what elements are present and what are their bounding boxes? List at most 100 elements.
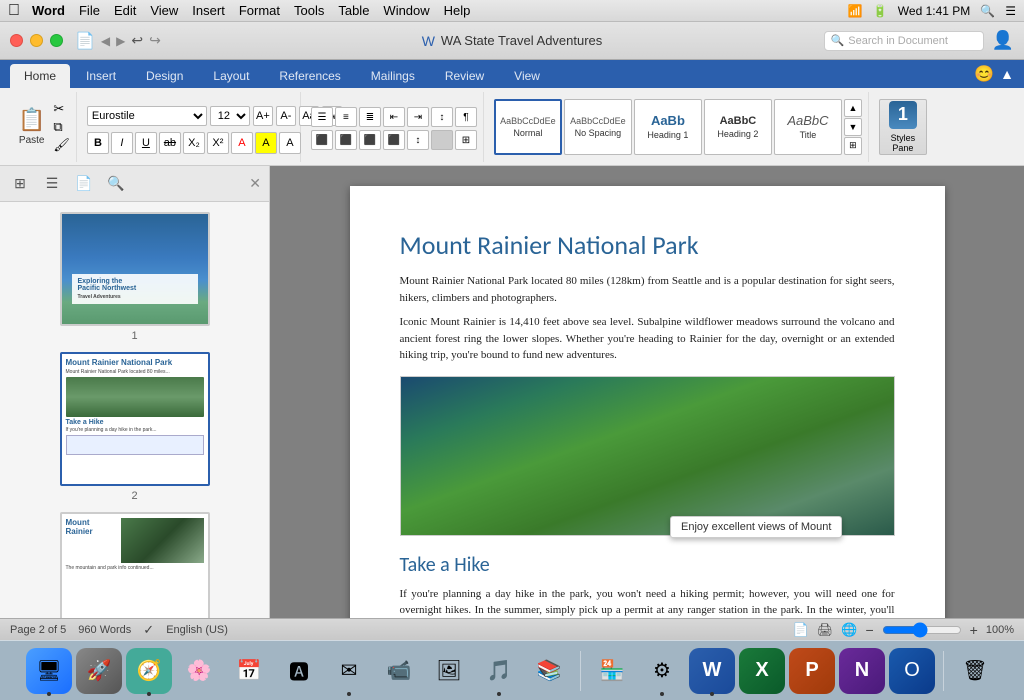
- align-left[interactable]: ⬛: [311, 130, 333, 150]
- style-heading1[interactable]: AaBb Heading 1: [634, 99, 702, 155]
- dock-photos[interactable]: 🌸: [176, 648, 222, 694]
- dock-calendar[interactable]: 📅: [226, 648, 272, 694]
- user-avatar[interactable]: 👤: [992, 30, 1014, 51]
- dock-onenote[interactable]: N: [839, 648, 885, 694]
- align-center[interactable]: ⬛: [335, 130, 357, 150]
- apple-menu[interactable]: : [8, 2, 20, 20]
- maximize-button[interactable]: [50, 34, 63, 47]
- sort[interactable]: ↕: [431, 107, 453, 127]
- styles-more[interactable]: ⊞: [844, 137, 862, 155]
- show-marks[interactable]: ¶: [455, 107, 477, 127]
- page-2-thumbnail[interactable]: Mount Rainier National Park Mount Rainie…: [10, 352, 259, 502]
- format-painter-icon[interactable]: 🖌: [53, 137, 70, 153]
- emoji-icon[interactable]: 😊: [974, 64, 994, 84]
- spellcheck-icon[interactable]: ✓: [143, 622, 154, 638]
- paste-button[interactable]: 📋 Paste: [14, 105, 49, 148]
- dock-word[interactable]: W: [689, 648, 735, 694]
- shading[interactable]: [431, 130, 453, 150]
- thumb-1-image[interactable]: Exploring the Pacific Northwest Travel A…: [60, 212, 210, 326]
- web-layout-icon[interactable]: 🌐: [841, 622, 857, 638]
- dock-finder[interactable]: 🖥: [26, 648, 72, 694]
- document-area[interactable]: Mount Rainier National Park Mount Rainie…: [270, 166, 1024, 618]
- borders[interactable]: ⊞: [455, 130, 477, 150]
- font-size-select[interactable]: 12: [210, 106, 250, 126]
- thumb-2-image[interactable]: Mount Rainier National Park Mount Rainie…: [60, 352, 210, 486]
- text-effect-button[interactable]: A: [279, 132, 301, 154]
- menu-view[interactable]: View: [150, 3, 178, 18]
- style-title[interactable]: AaBbC Title: [774, 99, 842, 155]
- thumb-3-image[interactable]: Mount Rainier The mountain and park info…: [60, 512, 210, 618]
- dock-powerpoint[interactable]: P: [789, 648, 835, 694]
- zoom-in-icon[interactable]: +: [970, 622, 978, 638]
- highlight-button[interactable]: A: [255, 132, 277, 154]
- strikethrough-button[interactable]: ab: [159, 132, 181, 154]
- page-1-thumbnail[interactable]: Exploring the Pacific Northwest Travel A…: [10, 212, 259, 342]
- font-size-increase[interactable]: A+: [253, 106, 273, 126]
- justify[interactable]: ⬛: [383, 130, 405, 150]
- menu-edit[interactable]: Edit: [114, 3, 136, 18]
- zoom-slider[interactable]: [882, 622, 962, 638]
- dock-trash[interactable]: 🗑: [952, 648, 998, 694]
- notification-icon[interactable]: ☰: [1005, 4, 1016, 18]
- search-icon[interactable]: 🔍: [980, 4, 995, 18]
- focus-mode-icon[interactable]: 📄: [793, 622, 809, 638]
- subscript-button[interactable]: X₂: [183, 132, 205, 154]
- font-size-decrease[interactable]: A-: [276, 106, 296, 126]
- search-box[interactable]: 🔍 Search in Document: [824, 31, 984, 51]
- styles-pane-button[interactable]: 1 StylesPane: [879, 99, 927, 155]
- style-no-spacing[interactable]: AaBbCcDdEe No Spacing: [564, 99, 632, 155]
- menu-format[interactable]: Format: [239, 3, 280, 18]
- bold-button[interactable]: B: [87, 132, 109, 154]
- undo-icon[interactable]: ↩: [131, 32, 143, 49]
- styles-scroll-up[interactable]: ▲: [844, 99, 862, 117]
- font-family-select[interactable]: Eurostile: [87, 106, 207, 126]
- menu-tools[interactable]: Tools: [294, 3, 324, 18]
- dock-system-prefs[interactable]: ⚙: [639, 648, 685, 694]
- copy-icon[interactable]: ⧉: [53, 119, 70, 135]
- sidebar-page-view-icon[interactable]: ⊞: [8, 172, 32, 196]
- font-color-button[interactable]: A: [231, 132, 253, 154]
- sidebar-outline-icon[interactable]: 📄: [72, 172, 96, 196]
- numbered-list[interactable]: ≡: [335, 107, 357, 127]
- collapse-ribbon-icon[interactable]: ▲: [1000, 66, 1014, 82]
- dock-itunes[interactable]: 🎵: [476, 648, 522, 694]
- menu-file[interactable]: File: [79, 3, 100, 18]
- styles-scroll-down[interactable]: ▼: [844, 118, 862, 136]
- sidebar-search-icon[interactable]: 🔍: [104, 172, 128, 196]
- decrease-indent[interactable]: ⇤: [383, 107, 405, 127]
- align-right[interactable]: ⬛: [359, 130, 381, 150]
- dock-safari[interactable]: 🧭: [126, 648, 172, 694]
- tab-review[interactable]: Review: [431, 64, 498, 88]
- increase-indent[interactable]: ⇥: [407, 107, 429, 127]
- minimize-button[interactable]: [30, 34, 43, 47]
- menu-table[interactable]: Table: [338, 3, 369, 18]
- dock-appstore2[interactable]: 🏪: [589, 648, 635, 694]
- tab-references[interactable]: References: [265, 64, 354, 88]
- redo-icon[interactable]: ↪: [149, 32, 161, 49]
- tab-layout[interactable]: Layout: [199, 64, 263, 88]
- menu-help[interactable]: Help: [444, 3, 471, 18]
- dock-ibooks[interactable]: 📚: [526, 648, 572, 694]
- tab-home[interactable]: Home: [10, 64, 70, 88]
- style-heading2[interactable]: AaBbC Heading 2: [704, 99, 772, 155]
- italic-button[interactable]: I: [111, 132, 133, 154]
- forward-icon[interactable]: ▶: [116, 34, 125, 48]
- multilevel-list[interactable]: ≣: [359, 107, 381, 127]
- print-layout-icon[interactable]: 🖨: [817, 622, 834, 638]
- tab-mailings[interactable]: Mailings: [357, 64, 429, 88]
- back-icon[interactable]: ◀: [101, 34, 110, 48]
- cut-icon[interactable]: ✂: [53, 101, 70, 117]
- sidebar-close-icon[interactable]: ✕: [249, 175, 261, 192]
- sidebar-list-view-icon[interactable]: ☰: [40, 172, 64, 196]
- menu-window[interactable]: Window: [383, 3, 429, 18]
- dock-iphoto[interactable]: 🖼: [426, 648, 472, 694]
- zoom-out-icon[interactable]: −: [865, 622, 873, 638]
- dock-launchpad[interactable]: 🚀: [76, 648, 122, 694]
- close-button[interactable]: [10, 34, 23, 47]
- tab-insert[interactable]: Insert: [72, 64, 130, 88]
- line-spacing[interactable]: ↕: [407, 130, 429, 150]
- bullet-list[interactable]: ☰: [311, 107, 333, 127]
- tab-design[interactable]: Design: [132, 64, 197, 88]
- page-3-thumbnail[interactable]: Mount Rainier The mountain and park info…: [10, 512, 259, 618]
- dock-excel[interactable]: X: [739, 648, 785, 694]
